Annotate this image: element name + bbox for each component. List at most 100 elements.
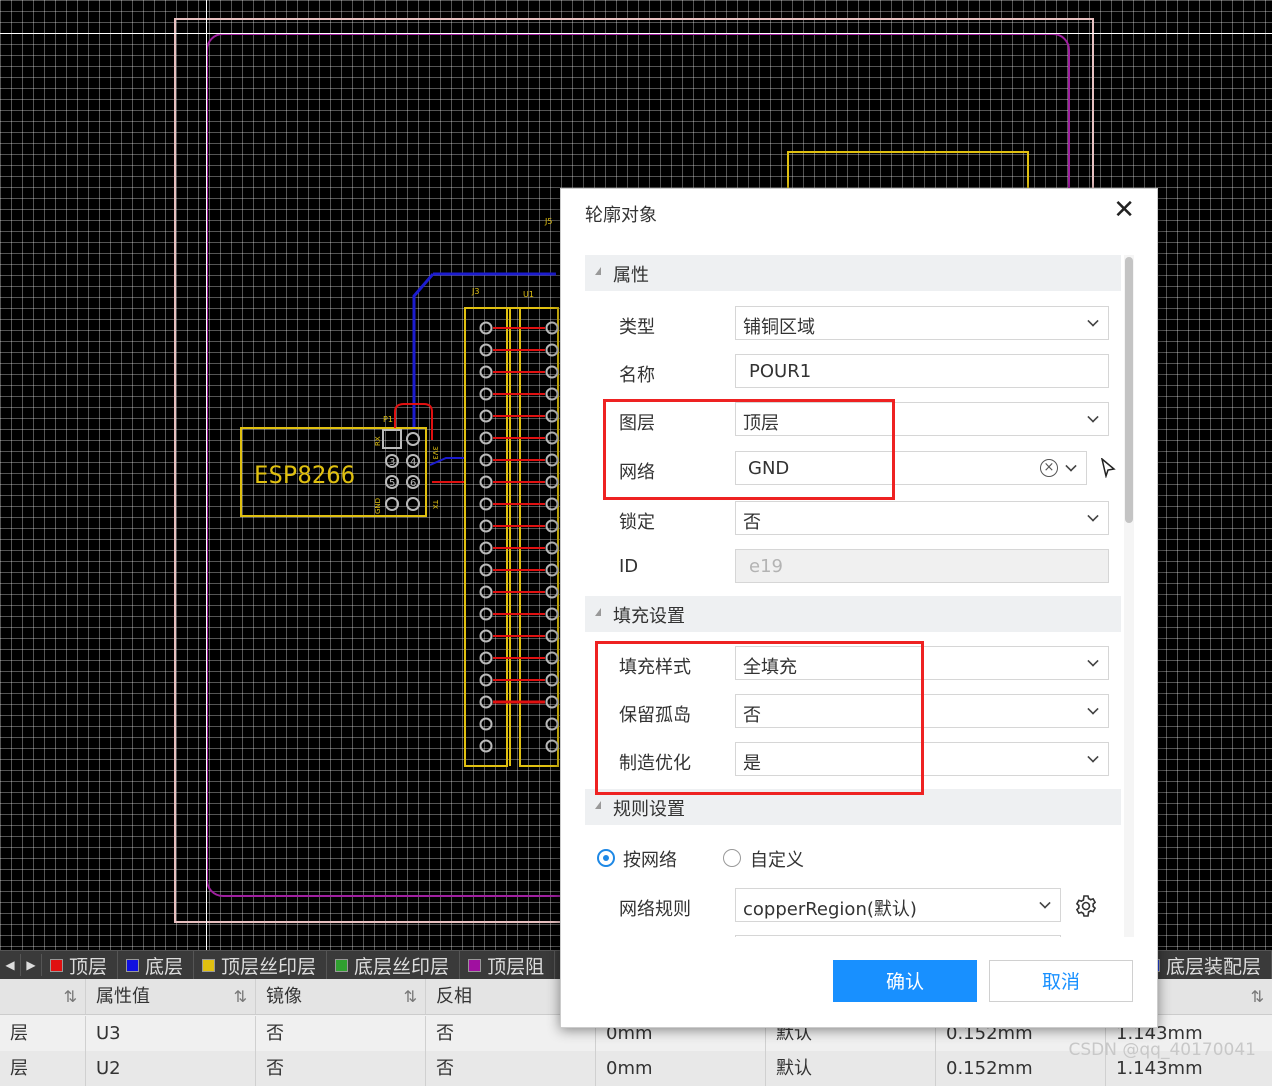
name-label: 名称	[619, 365, 655, 386]
confirm-button[interactable]: 确认	[833, 960, 977, 1002]
layer-tab-top-mask[interactable]: 顶层阻	[460, 951, 556, 979]
type-select[interactable]: 铺铜区域	[735, 306, 1109, 340]
dialog-scroll-area[interactable]: 属性 类型 铺铜区域 名称 POUR1 图层 顶层 网络 GND × 锁定 否 …	[585, 255, 1121, 937]
pad	[479, 563, 493, 577]
gear-icon[interactable]	[1074, 894, 1098, 918]
pad	[479, 365, 493, 379]
layer-tab-top[interactable]: 顶层	[42, 951, 119, 979]
pad	[545, 497, 559, 511]
pad	[479, 387, 493, 401]
svg-text:6: 6	[410, 478, 416, 489]
pad	[545, 541, 559, 555]
pad	[479, 409, 493, 423]
pad	[479, 541, 493, 555]
scrollbar-thumb[interactable]	[1125, 257, 1133, 523]
pad	[545, 717, 559, 731]
cancel-button[interactable]: 取消	[989, 960, 1133, 1002]
net-rule-label: 网络规则	[619, 899, 691, 920]
section-fill[interactable]: 填充设置	[585, 596, 1121, 632]
chevron-down-icon	[1087, 751, 1099, 763]
chevron-down-icon	[1087, 655, 1099, 667]
chevron-down-icon	[1087, 510, 1099, 522]
id-field: e19	[735, 549, 1109, 583]
pad	[479, 519, 493, 533]
svg-text:J5: J5	[544, 217, 552, 226]
layer-color-swatch	[126, 958, 140, 972]
highlight-box-layer-net	[603, 399, 895, 500]
vertical-scrollbar[interactable]	[1124, 255, 1134, 937]
layer-tab-top-silk[interactable]: 顶层丝印层	[194, 951, 328, 979]
collapse-triangle-icon	[595, 801, 601, 809]
origin-axis-horizontal	[0, 33, 1272, 34]
pad	[545, 321, 559, 335]
collapse-triangle-icon	[595, 608, 601, 616]
pad	[545, 695, 559, 709]
pad	[479, 607, 493, 621]
sort-icon[interactable]: ⇅	[234, 979, 247, 1014]
pad	[479, 321, 493, 335]
pad	[545, 651, 559, 665]
net-rule-select[interactable]: copperRegion(默认)	[735, 888, 1061, 922]
pad	[545, 409, 559, 423]
pad	[479, 343, 493, 357]
highlight-box-fill	[595, 641, 924, 795]
svg-text:GND: GND	[374, 498, 382, 514]
pad	[382, 429, 402, 449]
name-input[interactable]: POUR1	[735, 354, 1109, 388]
next-field-partial	[735, 935, 1061, 937]
pad	[479, 497, 493, 511]
pad	[479, 475, 493, 489]
pad	[479, 629, 493, 643]
pad	[545, 365, 559, 379]
pad	[545, 585, 559, 599]
pad	[479, 585, 493, 599]
svg-text:P1: P1	[383, 415, 393, 424]
collapse-triangle-icon	[595, 267, 601, 275]
pad	[479, 717, 493, 731]
section-properties[interactable]: 属性	[585, 255, 1121, 291]
svg-text:5: 5	[389, 478, 395, 489]
layer-tab-bottom-assembly[interactable]: 底层装配层	[1139, 951, 1272, 979]
pad	[545, 453, 559, 467]
pad	[479, 739, 493, 753]
pad	[545, 673, 559, 687]
outline-object-dialog: 轮廓对象 ✕ 属性 类型 铺铜区域 名称 POUR1 图层 顶层 网络 GND …	[560, 188, 1158, 1028]
locked-select[interactable]: 否	[735, 501, 1109, 535]
pad	[479, 673, 493, 687]
pad	[545, 475, 559, 489]
sort-icon[interactable]: ⇅	[404, 979, 417, 1014]
layer-color-swatch	[50, 958, 63, 972]
rule-custom-radio[interactable]	[723, 849, 741, 867]
layer-color-swatch	[202, 958, 216, 972]
chevron-down-icon	[1087, 315, 1099, 327]
pad	[479, 695, 493, 709]
pad	[545, 563, 559, 577]
esp-module-label: ESP8266	[254, 461, 355, 489]
layer-tab-bottom[interactable]: 底层	[118, 951, 195, 979]
chevron-down-icon	[1087, 703, 1099, 715]
pad	[479, 431, 493, 445]
sort-icon[interactable]: ⇅	[64, 979, 77, 1014]
clear-icon[interactable]: ×	[1040, 459, 1058, 477]
pad	[545, 629, 559, 643]
pick-net-pointer-icon[interactable]	[1100, 458, 1116, 478]
pad	[545, 607, 559, 621]
rule-by-net-radio[interactable]	[597, 849, 615, 867]
pad	[545, 739, 559, 753]
component-silk-top-right	[787, 151, 1029, 188]
scroll-left-button[interactable]: ◀	[0, 954, 21, 976]
svg-text:TX: TX	[431, 499, 439, 509]
sort-icon[interactable]: ⇅	[1251, 979, 1264, 1014]
close-icon[interactable]: ✕	[1113, 197, 1135, 223]
pad	[479, 651, 493, 665]
svg-text:RX: RX	[374, 436, 382, 446]
rule-custom-label[interactable]: 自定义	[750, 846, 804, 872]
scroll-right-button[interactable]: ▶	[21, 954, 42, 976]
pad	[545, 431, 559, 445]
pad	[545, 519, 559, 533]
layer-color-swatch	[468, 958, 482, 972]
rule-by-net-label[interactable]: 按网络	[623, 846, 677, 872]
layer-tab-bottom-silk[interactable]: 底层丝印层	[327, 951, 461, 979]
watermark: CSDN @qq_40170041	[1068, 1040, 1256, 1060]
svg-text:U1: U1	[523, 290, 534, 299]
